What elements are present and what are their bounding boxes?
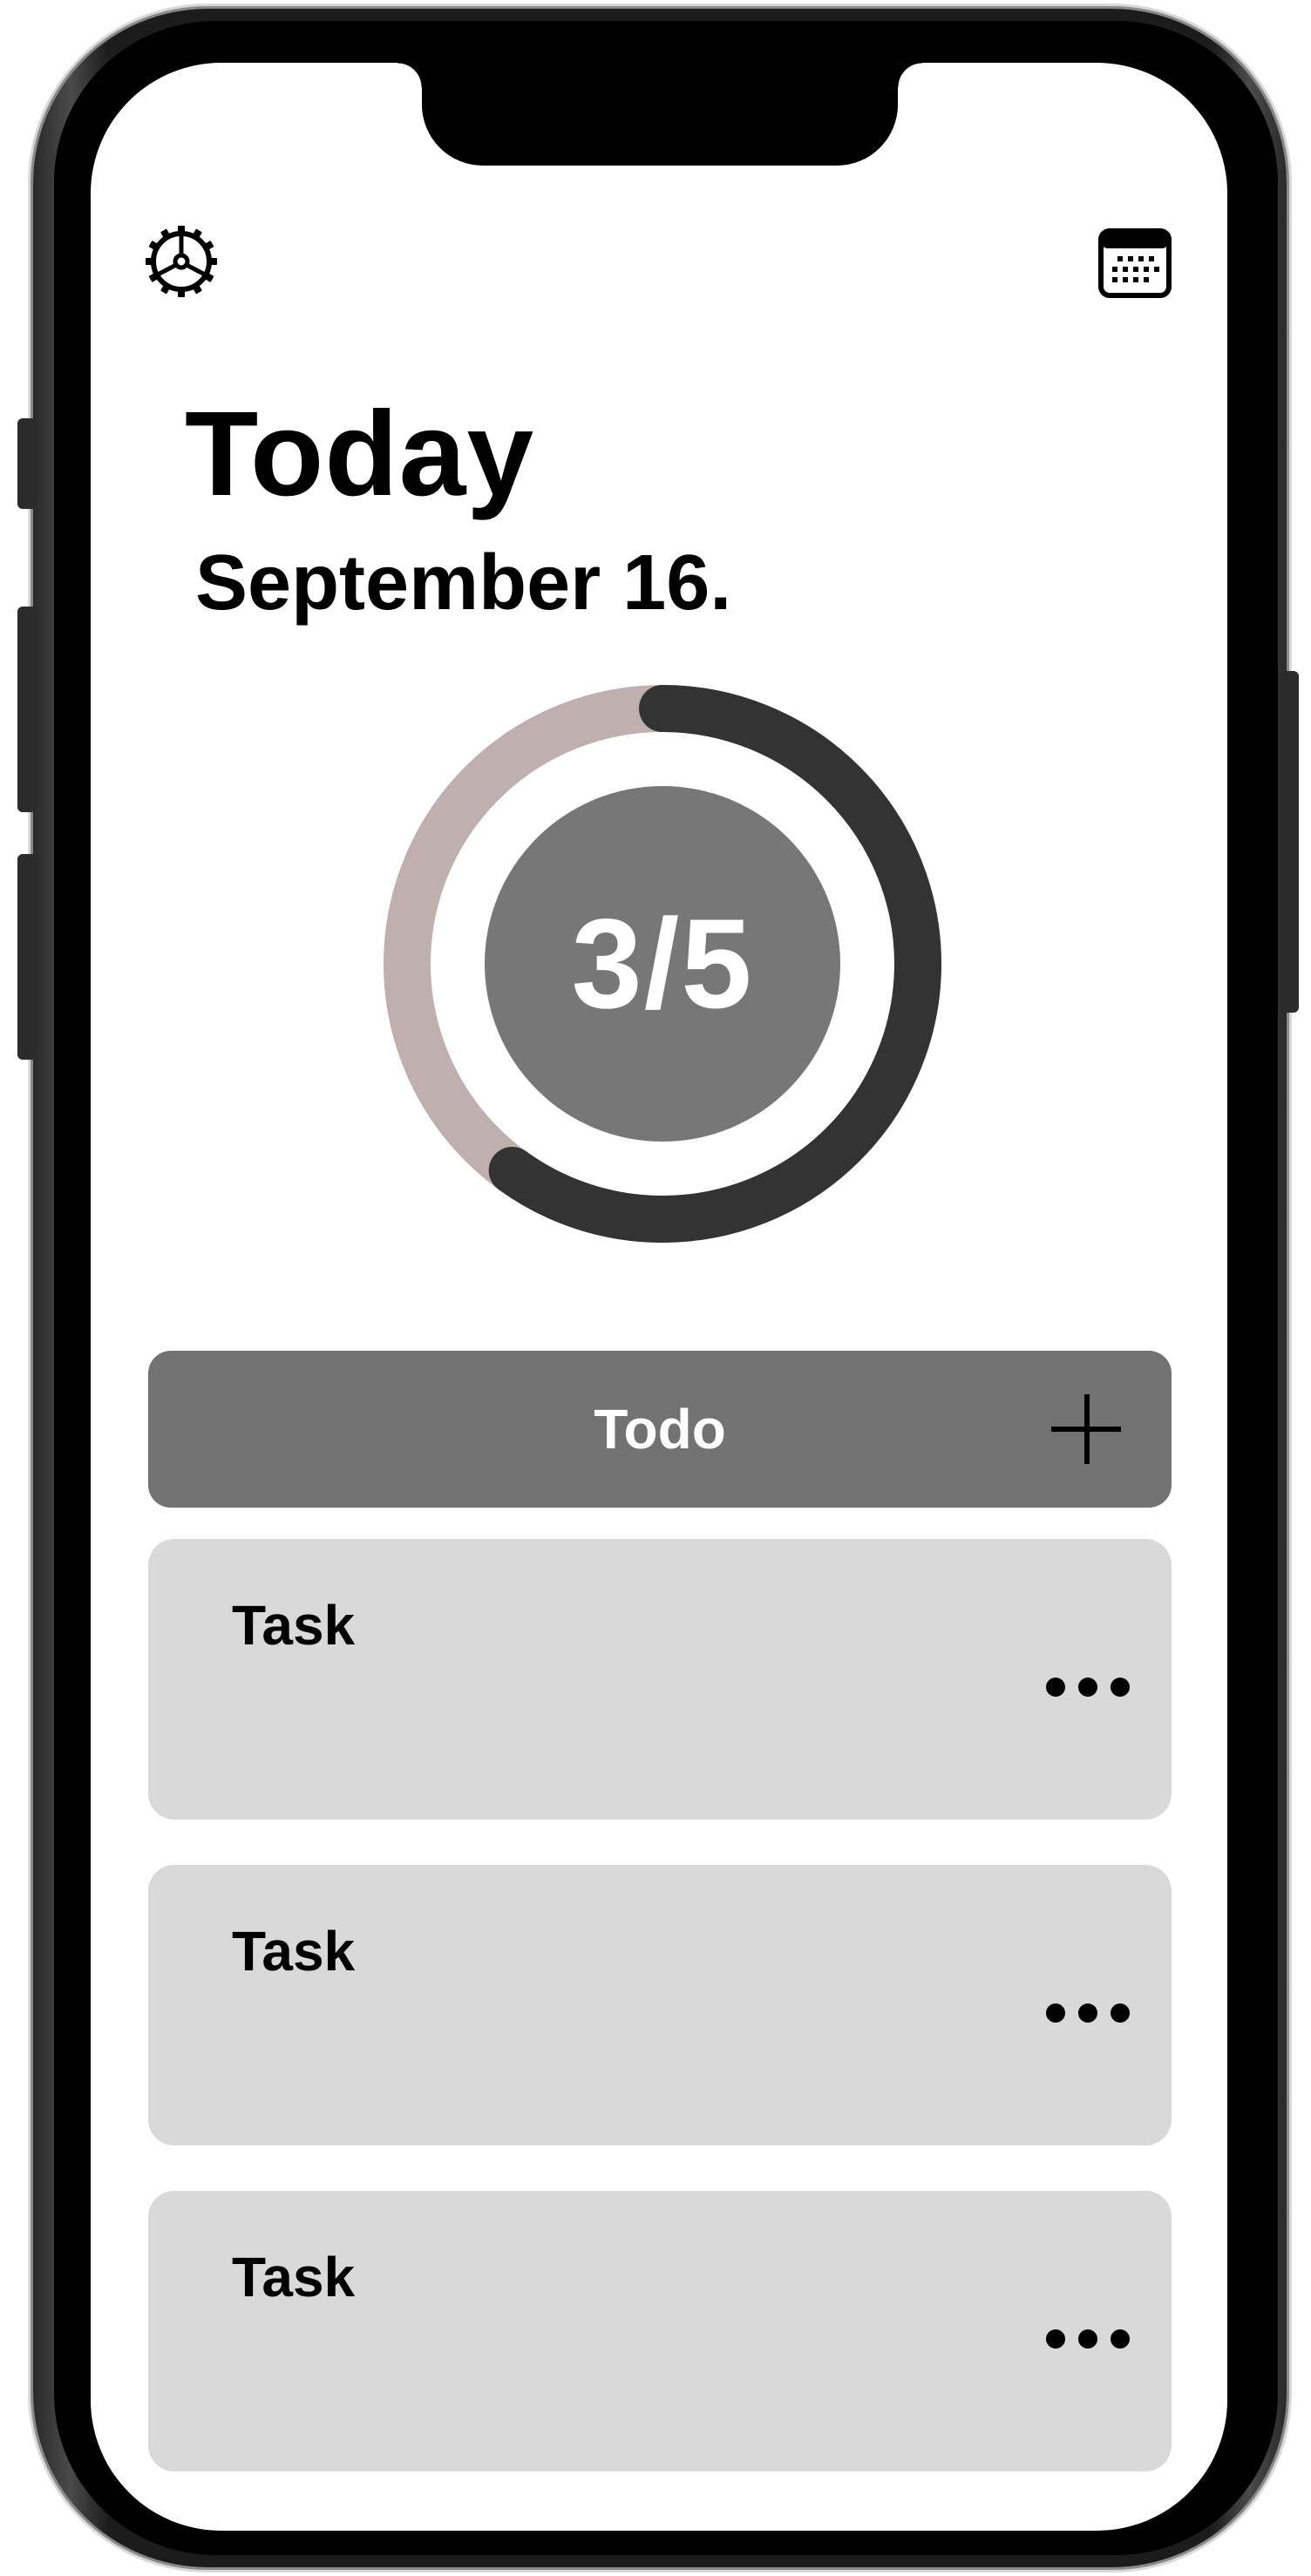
power-button (1280, 671, 1299, 1013)
task-card[interactable]: Task (148, 2191, 1172, 2471)
more-horizontal-icon (1046, 2003, 1065, 2023)
page-title: Today (185, 387, 535, 521)
volume-down-button (17, 854, 37, 1060)
more-dot (1078, 2329, 1097, 2349)
task-label: Task (232, 2246, 356, 2308)
gear-icon (146, 226, 217, 297)
task-more-button[interactable] (1046, 1670, 1130, 1705)
more-dot (1078, 2003, 1097, 2023)
task-card[interactable]: Task (148, 1539, 1172, 1820)
task-label: Task (232, 1920, 356, 1983)
settings-button[interactable] (145, 225, 218, 298)
progress-count: 3/5 (571, 892, 754, 1034)
task-more-button[interactable] (1046, 1996, 1130, 2030)
more-dot (1111, 2329, 1130, 2349)
calendar-icon (1098, 228, 1172, 298)
task-card[interactable]: Task (148, 1865, 1172, 2146)
current-date: September 16. (195, 539, 732, 627)
more-dot (1111, 2003, 1130, 2023)
more-dot (1078, 1678, 1097, 1697)
todo-header: Todo (148, 1351, 1172, 1508)
task-label: Task (232, 1594, 356, 1657)
todo-label: Todo (594, 1398, 726, 1461)
notch (397, 63, 922, 166)
more-dot (1111, 1678, 1130, 1697)
more-horizontal-icon (1046, 1678, 1065, 1697)
task-more-button[interactable] (1046, 2322, 1130, 2356)
progress-ring: 3/5 (384, 685, 941, 1243)
volume-up-button (17, 607, 37, 812)
more-horizontal-icon (1046, 2329, 1065, 2349)
calendar-button[interactable] (1098, 228, 1172, 298)
silent-switch (17, 418, 37, 509)
app-screen: Today September 16. 3/5 Todo Task Task T… (91, 63, 1227, 2531)
add-task-button[interactable] (1051, 1394, 1121, 1464)
